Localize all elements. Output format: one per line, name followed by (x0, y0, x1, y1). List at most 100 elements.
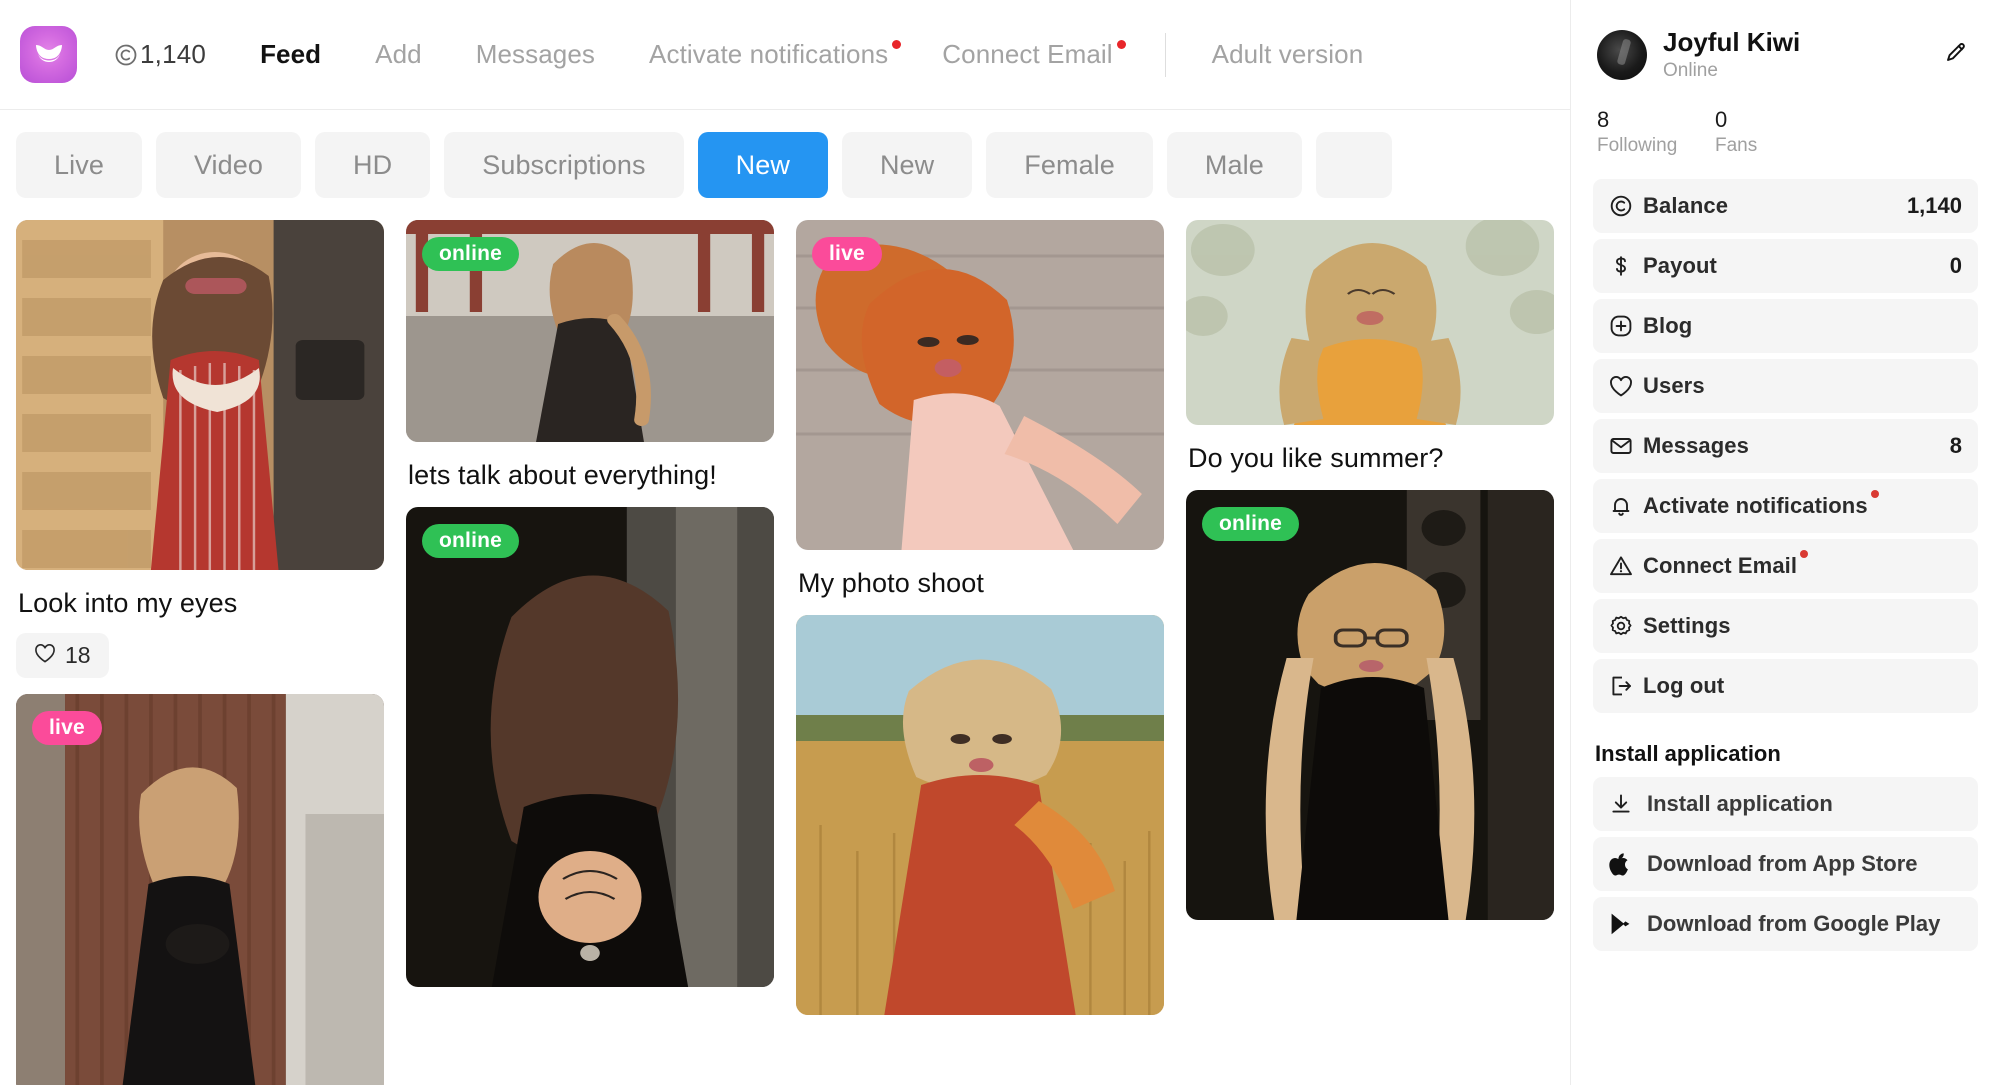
right-sidebar: Joyful Kiwi Online 8 Following 0 Fans Ba… (1570, 0, 2000, 1085)
coin-icon (1609, 194, 1643, 218)
tab-female[interactable]: Female (986, 132, 1153, 198)
top-navigation-bar: 1,140 Feed Add Messages Activate notific… (0, 0, 1570, 110)
googleplay-icon (1609, 912, 1647, 936)
sidebar-item-messages[interactable]: Messages 8 (1593, 419, 1978, 474)
sidebar-item-activate-notifications-label: Activate notifications (1643, 490, 1962, 519)
sidebar-item-log-out-label: Log out (1643, 673, 1725, 699)
sidebar-item-log-out[interactable]: Log out (1593, 659, 1978, 714)
feed-card-badge-label: live (829, 242, 865, 265)
filter-tab-strip[interactable]: Live Video HD Subscriptions New New Fema… (0, 110, 1570, 220)
nav-item-adult-version-label: Adult version (1211, 39, 1364, 69)
nav-item-adult-version[interactable]: Adult version (1212, 39, 1364, 70)
nav-item-activate-notifications[interactable]: Activate notifications (649, 39, 902, 70)
tab-male[interactable]: Male (1166, 132, 1302, 198)
feed-card-thumbnail[interactable]: live (796, 220, 1164, 550)
stat-fans[interactable]: 0 Fans (1715, 106, 1833, 157)
feed-column: Do you like summer? online (1186, 220, 1554, 1085)
app-logo-icon[interactable] (20, 26, 77, 83)
nav-item-add[interactable]: Add (375, 39, 422, 70)
edit-profile-button[interactable] (1938, 34, 1974, 75)
sidebar-item-blog[interactable]: Blog (1593, 299, 1978, 354)
feed-card[interactable]: Look into my eyes 18 (16, 220, 384, 679)
stat-fans-label: Fans (1715, 135, 1758, 157)
sidebar-item-balance-label: Balance (1643, 193, 1729, 219)
download-app-store-button[interactable]: Download from App Store (1593, 837, 1978, 892)
tab-subscriptions[interactable]: Subscriptions (444, 132, 684, 198)
feed-card[interactable]: online (406, 507, 774, 988)
nav-links: Feed Add Messages Activate notifications… (206, 32, 1364, 77)
feed-card[interactable]: live (16, 694, 384, 1085)
feed-card-thumbnail[interactable] (1186, 220, 1554, 425)
header-balance[interactable]: 1,140 (114, 39, 206, 70)
feed-card[interactable]: Do you like summer? (1186, 220, 1554, 474)
profile-display-name: Joyful Kiwi (1663, 27, 1801, 57)
sidebar-item-users-label: Users (1643, 373, 1705, 399)
connect-email-red-dot-icon (1116, 40, 1126, 49)
tab-live-label: Live (54, 149, 104, 180)
feed-card-caption: Look into my eyes (18, 588, 238, 618)
install-application-list: Install application Download from App St… (1593, 777, 1978, 952)
install-application-button[interactable]: Install application (1593, 777, 1978, 832)
profile-header[interactable]: Joyful Kiwi Online (1593, 0, 1978, 82)
feed-card-thumbnail[interactable]: live (16, 694, 384, 1085)
feed-card[interactable]: live My photo shoot (796, 220, 1164, 599)
feed-card-thumbnail[interactable] (796, 615, 1164, 1016)
download-google-play-button[interactable]: Download from Google Play (1593, 897, 1978, 952)
tab-live[interactable]: Live (16, 132, 142, 198)
feed-card-thumbnail[interactable] (16, 220, 384, 570)
stat-following[interactable]: 8 Following (1597, 107, 1715, 157)
logout-icon (1609, 674, 1643, 698)
feed-card-thumbnail[interactable]: online (1186, 490, 1554, 921)
feed-card-badge-label: online (439, 242, 503, 265)
sidebar-item-balance[interactable]: Balance 1,140 (1593, 179, 1978, 234)
nav-item-connect-email-label: Connect Email (942, 39, 1113, 69)
sidebar-item-balance-value: 1,140 (1906, 193, 1962, 219)
tab-new-selected-label: New (735, 149, 790, 180)
stat-fans-value: 0 (1715, 106, 1728, 132)
nav-item-connect-email[interactable]: Connect Email (942, 39, 1126, 70)
avatar[interactable] (1597, 29, 1647, 80)
install-application-heading: Install application (1595, 741, 1781, 767)
feed-card-badge-online: online (1202, 507, 1300, 542)
feed-card[interactable] (796, 615, 1164, 1016)
feed-card[interactable]: online (1186, 490, 1554, 921)
tab-video[interactable]: Video (155, 132, 302, 198)
connect-email-red-dot-icon (1800, 550, 1809, 559)
nav-item-messages[interactable]: Messages (476, 39, 595, 70)
sidebar-item-messages-value: 8 (1949, 433, 1962, 459)
apple-icon (1609, 852, 1647, 876)
profile-stats: 8 Following 0 Fans (1593, 82, 1978, 157)
install-application-label: Install application (1647, 791, 1833, 817)
header-balance-value: 1,140 (140, 39, 207, 69)
sidebar-item-payout[interactable]: Payout 0 (1593, 239, 1978, 294)
feed-card[interactable]: online lets talk about everything! (406, 220, 774, 491)
nav-item-messages-label: Messages (475, 39, 596, 69)
feed-card-caption: lets talk about everything! (408, 460, 717, 490)
nav-item-feed[interactable]: Feed (260, 39, 321, 70)
gear-icon (1609, 614, 1643, 638)
feed-card-badge-label: online (1219, 512, 1283, 536)
tab-hd[interactable]: HD (315, 132, 431, 198)
feed-column: live My photo shoot (796, 220, 1164, 1085)
tab-overflow-partial[interactable] (1315, 132, 1392, 198)
heart-icon (34, 642, 56, 669)
tab-hd-label: HD (353, 149, 393, 180)
feed-card-caption: Do you like summer? (1188, 443, 1444, 473)
sidebar-item-connect-email[interactable]: Connect Email (1593, 539, 1978, 594)
feed-column: Look into my eyes 18 live (16, 220, 384, 1085)
sidebar-item-settings[interactable]: Settings (1593, 599, 1978, 654)
sidebar-item-connect-email-label: Connect Email (1643, 550, 1962, 579)
feed-card-like-button[interactable]: 18 (16, 633, 109, 679)
sidebar-item-users[interactable]: Users (1593, 359, 1978, 414)
feed-card-thumbnail[interactable]: online (406, 507, 774, 988)
feed-card-thumbnail[interactable]: online (406, 220, 774, 442)
tab-new[interactable]: New (841, 132, 973, 198)
tab-male-label: Male (1204, 149, 1264, 180)
feed-card-badge-label: live (49, 716, 85, 740)
feed-card-badge-live: live (32, 711, 102, 746)
main-column: 1,140 Feed Add Messages Activate notific… (0, 0, 1570, 1085)
feed-card-badge-label: online (439, 529, 503, 553)
sidebar-item-activate-notifications[interactable]: Activate notifications (1593, 479, 1978, 534)
tab-new-selected[interactable]: New (697, 132, 828, 198)
sidebar-item-settings-label: Settings (1643, 613, 1731, 639)
